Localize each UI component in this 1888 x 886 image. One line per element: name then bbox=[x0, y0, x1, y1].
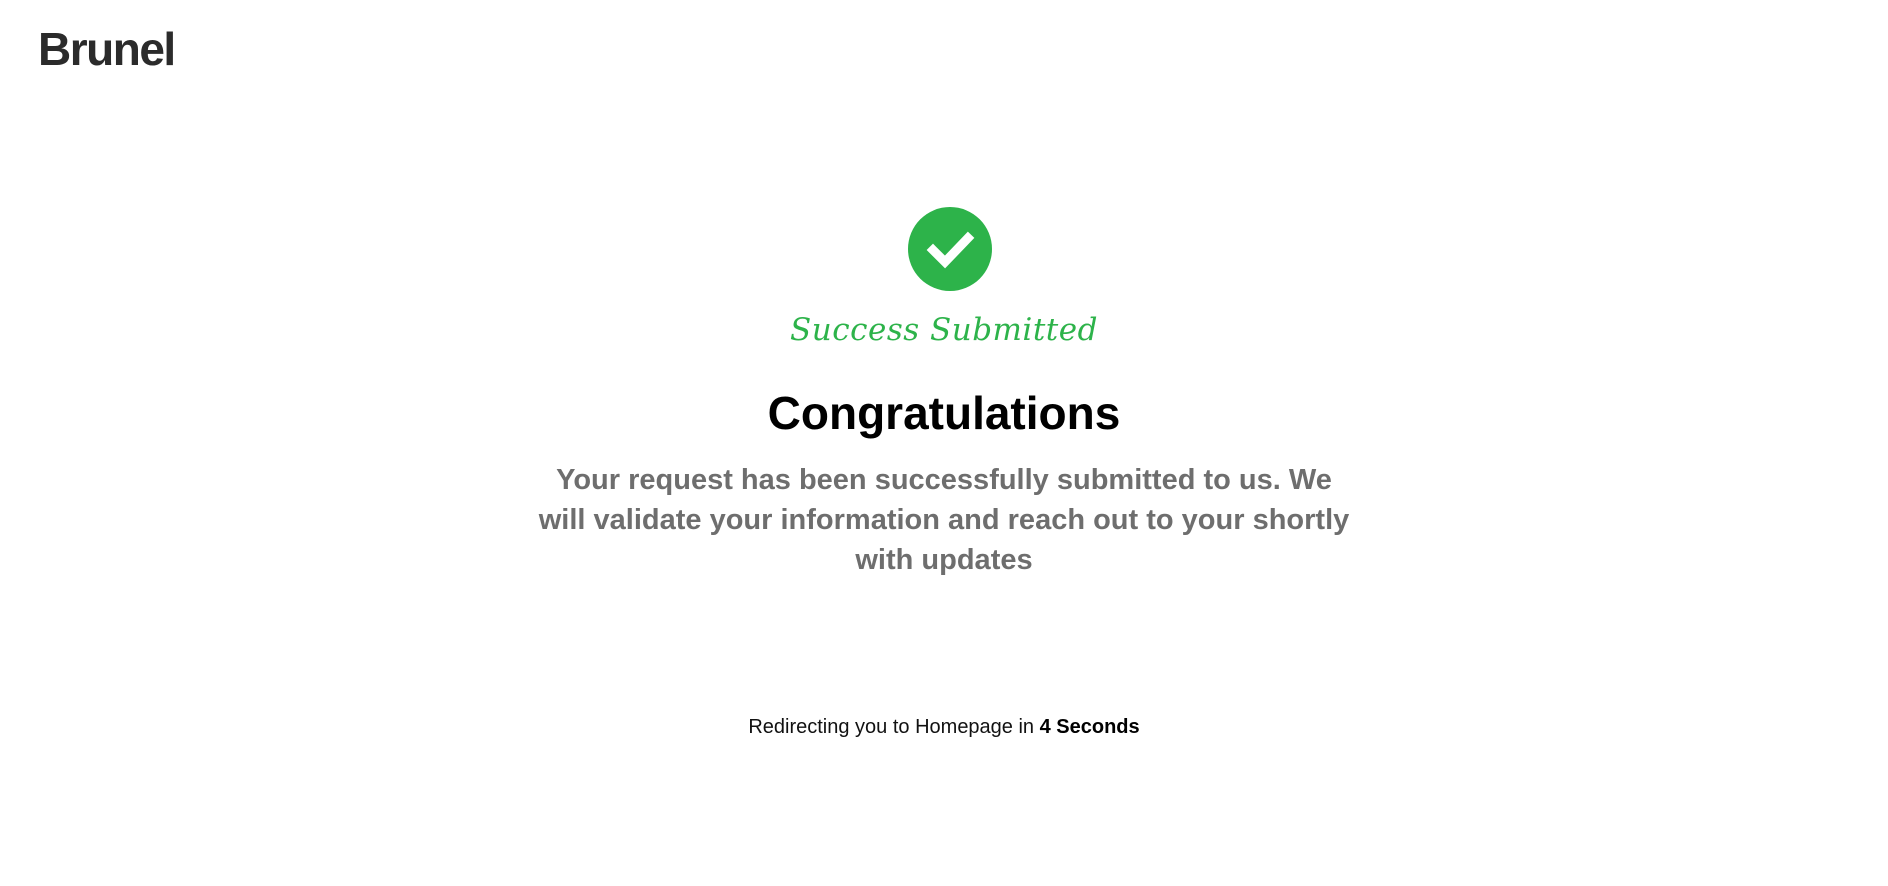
redirect-prefix: Redirecting you to Homepage in bbox=[748, 716, 1040, 738]
checkmark-circle-icon bbox=[908, 207, 992, 291]
confirmation-message: Your request has been successfully submi… bbox=[538, 464, 1350, 576]
redirect-countdown: 4 Seconds bbox=[1039, 716, 1140, 738]
checkmark-icon bbox=[926, 231, 975, 269]
redirect-notice: Redirecting you to Homepage in 4 Seconds bbox=[0, 716, 1888, 739]
brunel-logo[interactable]: Brunel bbox=[38, 26, 176, 72]
page-title: Congratulations bbox=[767, 387, 1121, 439]
success-label: Success Submitted bbox=[790, 312, 1098, 348]
success-page: Brunel Success Submitted Congratulations… bbox=[0, 0, 1888, 886]
